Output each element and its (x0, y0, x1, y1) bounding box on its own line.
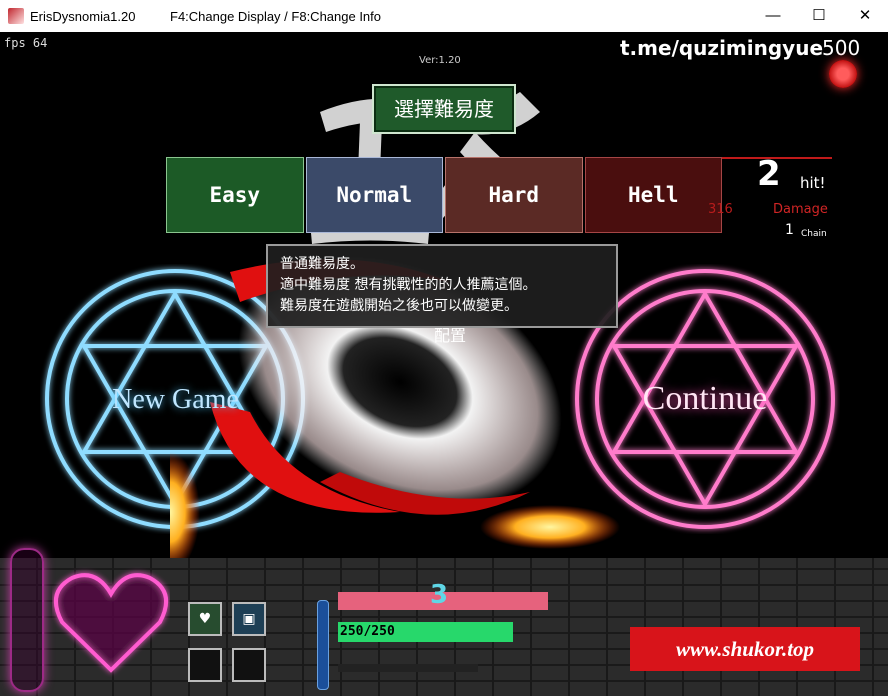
chain-value: 1 (785, 222, 794, 238)
window-titlebar: ErisDysnomia1.20 F4:Change Display / F8:… (0, 0, 888, 32)
key-hint: F4:Change Display / F8:Change Info (170, 9, 382, 24)
stock-counter: 3 (430, 580, 449, 610)
tab-normal[interactable]: Normal (305, 157, 443, 233)
item-card-icon: ▣ (242, 611, 256, 627)
tooltip-line-1: 普通難易度。 (280, 256, 364, 272)
mp-gauge (317, 600, 329, 690)
difficulty-tabs: Easy Normal Hard Hell (166, 157, 722, 233)
item-slot-1[interactable]: ♥ (188, 602, 222, 636)
red-orb-icon (829, 60, 857, 88)
combo-hits: 2 (757, 154, 781, 194)
heart-icon (53, 573, 169, 673)
item-slot-3[interactable] (188, 648, 222, 682)
window-title: ErisDysnomia1.20 (30, 9, 136, 24)
item-slot-4[interactable] (232, 648, 266, 682)
difficulty-tooltip: 普通難易度。 適中難易度 想有挑戰性的的人推薦這個。 難易度在遊戲開始之後也可以… (266, 244, 618, 328)
heart-potion-icon: ♥ (198, 611, 212, 627)
new-game-label[interactable]: New Game (48, 384, 303, 416)
watermark-bottom: www.shukor.top (630, 627, 860, 671)
game-stage: fps 64 Ver:1.20 t.me/quzimingyue 500 New… (0, 32, 888, 696)
tooltip-line-2: 適中難易度 想有挑戰性的的人推薦這個。 (280, 277, 537, 293)
exp-track (338, 664, 478, 672)
watermark-top: t.me/quzimingyue (620, 36, 824, 60)
tab-easy[interactable]: Easy (166, 157, 304, 233)
item-slot-2[interactable]: ▣ (232, 602, 266, 636)
damage-value: 316 (708, 202, 733, 217)
version-label: Ver:1.20 (419, 55, 461, 66)
tooltip-line-3: 難易度在遊戲開始之後也可以做變更。 (280, 298, 518, 314)
difficulty-header: 選擇難易度 (372, 84, 516, 134)
damage-label: Damage (773, 202, 828, 217)
combo-hit-label: hit! (800, 174, 826, 192)
fps-counter: fps 64 (4, 36, 48, 50)
close-button[interactable]: ✕ (842, 0, 888, 32)
special-gauge (10, 548, 44, 692)
hp-text: 250/250 (340, 624, 395, 639)
continue-label[interactable]: Continue (575, 380, 835, 418)
app-icon (8, 8, 24, 24)
tab-hell[interactable]: Hell (584, 157, 722, 233)
config-label[interactable]: 配置 (434, 322, 466, 346)
maximize-button[interactable]: ☐ (796, 0, 842, 32)
minimize-button[interactable]: — (750, 0, 796, 32)
score-counter: 500 (822, 36, 861, 60)
tab-hard[interactable]: Hard (445, 157, 583, 233)
chain-label: Chain (801, 229, 827, 239)
